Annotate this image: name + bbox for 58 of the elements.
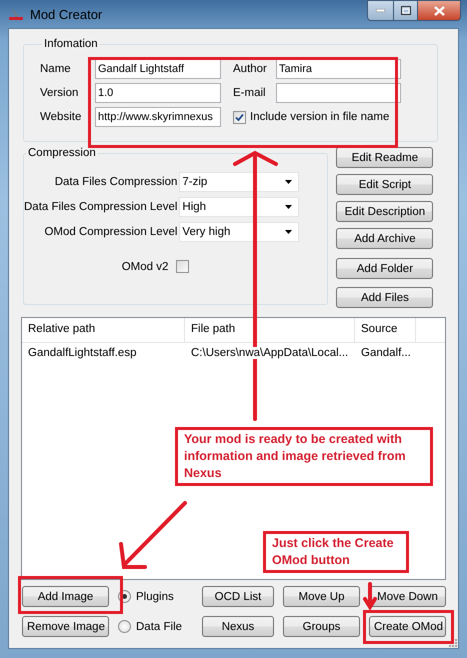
arrow: [119, 501, 187, 569]
radio-label[interactable]: Plugins: [136, 590, 174, 602]
side-button[interactable]: Edit Script: [336, 174, 434, 195]
checkbox-label[interactable]: Include version in file name: [250, 111, 390, 123]
side-button[interactable]: Edit Readme: [336, 147, 434, 168]
action-button[interactable]: OCD List: [202, 586, 274, 607]
action-button[interactable]: Nexus: [202, 616, 274, 637]
image-button[interactable]: Add Image: [22, 586, 109, 607]
side-button[interactable]: Edit Description: [336, 201, 434, 222]
column-header[interactable]: Relative path: [22, 318, 185, 342]
action-button[interactable]: Move Down: [369, 586, 446, 607]
resize-grip-icon[interactable]: [449, 639, 457, 647]
field-label: OMod Compression Level: [43, 226, 178, 238]
caret-icon: [285, 180, 292, 184]
group-title: Compression: [27, 147, 97, 159]
field-label: Website: [40, 111, 82, 123]
field-label: Version: [40, 87, 80, 99]
action-button[interactable]: Create OMod: [369, 616, 446, 637]
close-icon: [434, 6, 444, 16]
maximize-button[interactable]: [394, 0, 418, 21]
dropdown[interactable]: High: [179, 197, 300, 217]
input-field[interactable]: 1.0: [95, 83, 221, 103]
caret-icon: [285, 205, 292, 209]
field-label: E-mail: [233, 87, 267, 99]
column-header[interactable]: File path: [185, 318, 355, 342]
action-button[interactable]: Move Up: [283, 586, 360, 607]
action-button[interactable]: Groups: [283, 616, 360, 637]
input-field[interactable]: http://www.skyrimnexus: [95, 107, 221, 127]
arrow: [363, 582, 377, 611]
group-title: Infomation: [43, 38, 99, 50]
window-title: Mod Creator: [30, 6, 102, 22]
checkbox[interactable]: [233, 110, 246, 124]
close-button[interactable]: [418, 0, 461, 21]
caret-icon: [285, 230, 292, 234]
field-label: Data Files Compression Level: [24, 201, 178, 213]
image-button[interactable]: Remove Image: [22, 616, 109, 637]
input-field[interactable]: [276, 83, 401, 103]
field-label: Author: [233, 63, 268, 75]
input-field[interactable]: Gandalf Lightstaff: [95, 59, 221, 79]
callout-note: Just click the Create OMod button: [263, 531, 409, 573]
maximize-icon: [400, 6, 410, 15]
field-label: Name: [40, 63, 72, 75]
dropdown[interactable]: 7-zip: [179, 172, 300, 192]
checkbox[interactable]: [176, 260, 190, 273]
radio-button[interactable]: [118, 620, 131, 633]
input-field[interactable]: Tamira: [276, 59, 401, 79]
side-button[interactable]: Add Files: [336, 287, 434, 308]
side-button[interactable]: Add Archive: [336, 228, 434, 249]
field-label: Data Files Compression: [54, 176, 178, 188]
minimize-button[interactable]: [367, 0, 394, 21]
minimize-icon: [376, 9, 385, 12]
blade-icon: [8, 7, 24, 21]
radio-label[interactable]: Data File: [136, 620, 182, 632]
side-button[interactable]: Add Folder: [336, 258, 434, 279]
column-header[interactable]: Source: [355, 318, 416, 342]
callout-note: Your mod is ready to be created with information and image retrieved from Nexus: [175, 427, 433, 486]
dropdown[interactable]: Very high: [179, 222, 300, 242]
checkbox-label[interactable]: OMod v2: [122, 260, 168, 272]
